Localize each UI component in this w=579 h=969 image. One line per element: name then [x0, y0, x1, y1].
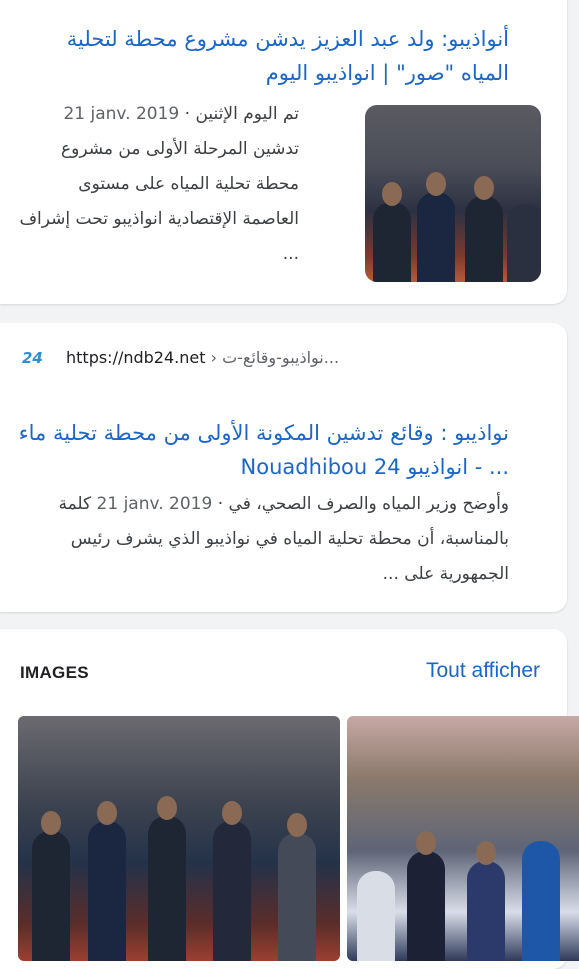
result-snippet-1: تم اليوم الإثنين · 21 janv. 2019 تدشين ا…: [18, 97, 299, 272]
image-figure-head: [157, 796, 177, 820]
thumb-figure-head: [426, 172, 446, 196]
image-figure: [32, 831, 70, 961]
thumb-figure: [417, 192, 455, 282]
site-favicon-icon: 24: [22, 349, 43, 367]
show-all-images-link[interactable]: Tout afficher: [426, 659, 540, 683]
thumb-figure-head: [474, 176, 494, 200]
image-figure: [148, 816, 186, 961]
image-figure-head: [41, 811, 61, 835]
image-figure-head: [222, 801, 242, 825]
image-result-1[interactable]: [18, 716, 340, 961]
image-figure: [278, 833, 316, 961]
image-figure: [522, 841, 560, 961]
thumb-figure-head: [382, 182, 402, 206]
image-figure-head: [287, 813, 307, 837]
image-result-2[interactable]: [347, 716, 579, 961]
snippet-body: تدشين المرحلة الأولى من مشروع محطة تحلية…: [19, 139, 299, 264]
result-card-2: 24 https://ndb24.net › نواذيبو-وقائع-ت..…: [0, 323, 567, 612]
result-thumbnail-1[interactable]: [365, 105, 541, 282]
result-title-link-2[interactable]: نواذيبو : وقائع تدشين المكونة الأولى من …: [18, 416, 509, 484]
result-snippet-2: وأوضح وزير المياه والصرف الصحي، في · 21 …: [18, 487, 509, 592]
snippet-lead: وأوضح وزير المياه والصرف الصحي، في ·: [212, 494, 509, 514]
image-figure-head: [416, 831, 436, 855]
image-figure: [357, 871, 395, 961]
thumb-figure: [507, 204, 541, 282]
result-url-2: https://ndb24.net › نواذيبو-وقائع-ت...: [66, 348, 340, 367]
image-figure-head: [97, 801, 117, 825]
thumb-figure: [465, 196, 503, 282]
image-figure: [88, 821, 126, 961]
thumb-figure: [373, 202, 411, 282]
image-figure: [467, 861, 505, 961]
images-card: IMAGES Tout afficher: [0, 629, 579, 969]
result-title-link-1[interactable]: أنواذيبو: ولد عبد العزيز يدشن مشروع محطة…: [18, 22, 509, 90]
snippet-lead: تم اليوم الإثنين ·: [179, 104, 299, 124]
images-section-heading: IMAGES: [20, 663, 89, 682]
result-date-1: 21 janv. 2019: [63, 104, 180, 124]
result-card-1: أنواذيبو: ولد عبد العزيز يدشن مشروع محطة…: [0, 0, 567, 304]
image-figure: [213, 821, 251, 961]
image-figure-head: [476, 841, 496, 865]
image-figure: [407, 851, 445, 961]
result-date-2: 21 janv. 2019: [96, 494, 213, 514]
result-source-2[interactable]: 24 https://ndb24.net › نواذيبو-وقائع-ت..…: [20, 345, 509, 373]
